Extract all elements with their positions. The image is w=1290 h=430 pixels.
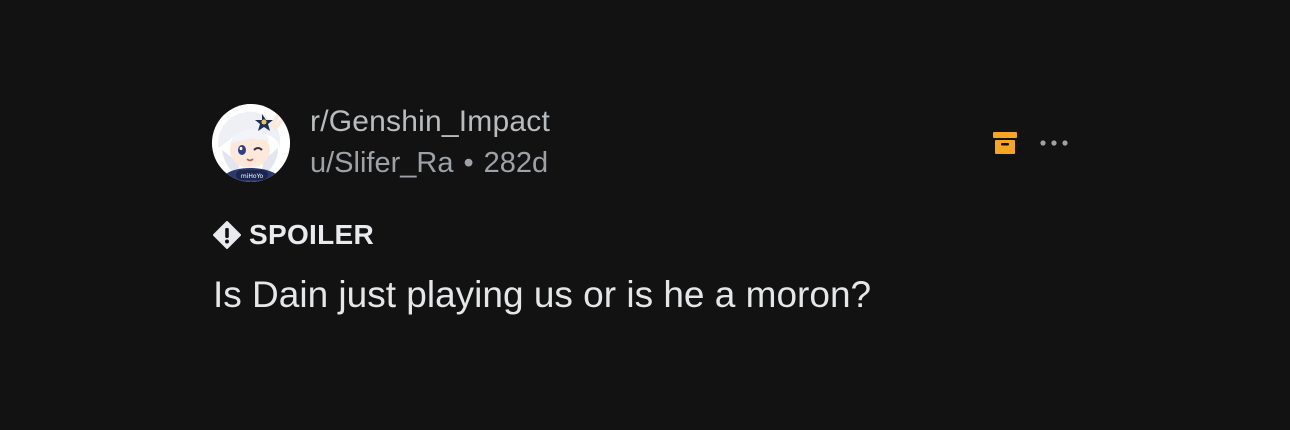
byline: u/Slifer_Ra • 282d	[310, 145, 550, 181]
post-title[interactable]: Is Dain just playing us or is he a moron…	[213, 270, 871, 320]
post-meta: r/Genshin_Impact u/Slifer_Ra • 282d	[310, 104, 550, 181]
post-actions	[990, 126, 1074, 160]
author-link[interactable]: u/Slifer_Ra	[310, 147, 453, 179]
exclamation-shield-icon	[213, 221, 241, 249]
byline-separator: •	[463, 147, 474, 179]
archive-icon	[993, 132, 1017, 154]
post-card: miHoYo r/Genshin_Impact u/Slifer_Ra • 282d	[0, 0, 1290, 430]
save-button[interactable]	[990, 126, 1020, 160]
avatar-badge-text: miHoYo	[241, 173, 264, 180]
paimon-avatar-icon: miHoYo	[212, 104, 290, 182]
subreddit-avatar[interactable]: miHoYo	[212, 104, 290, 182]
spoiler-tag: SPOILER	[213, 219, 374, 251]
post-age: 282d	[483, 147, 549, 179]
spoiler-label: SPOILER	[249, 219, 375, 250]
subreddit-link[interactable]: r/Genshin_Impact	[310, 104, 550, 140]
more-options-button[interactable]	[1034, 126, 1074, 160]
more-dots-icon	[1040, 140, 1068, 146]
